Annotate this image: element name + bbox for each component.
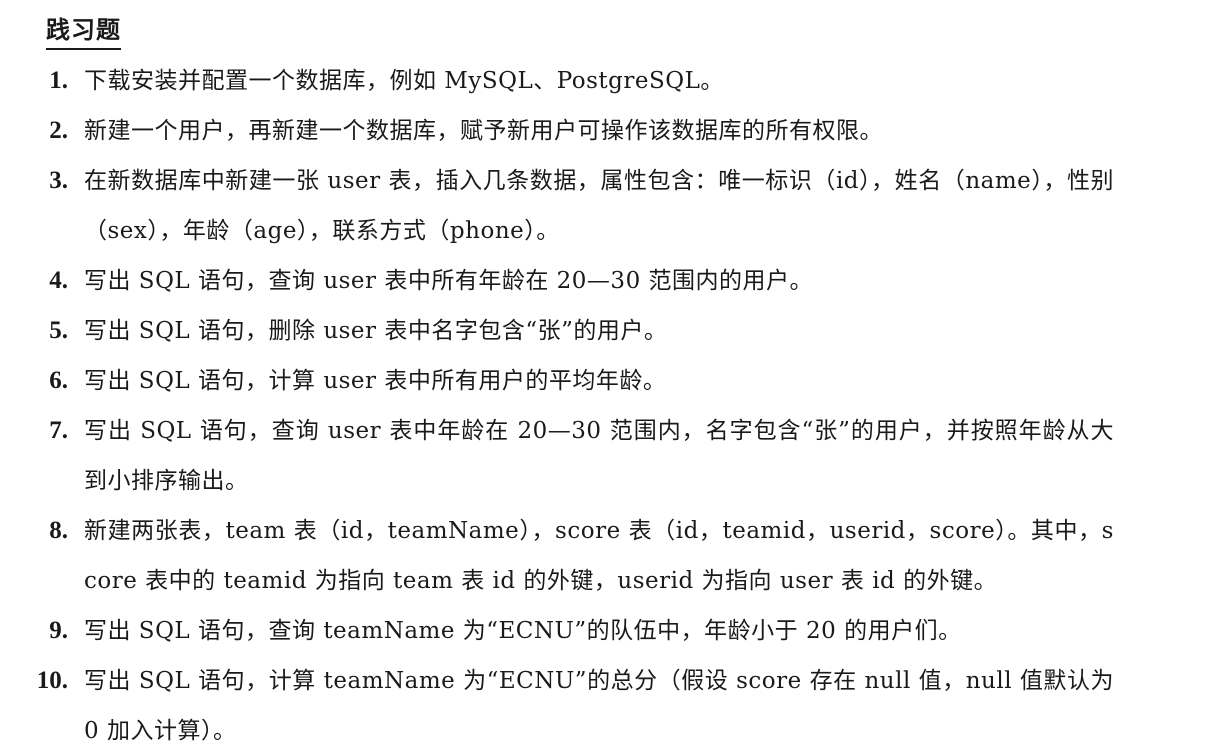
exercise-number: 1. <box>49 67 68 94</box>
exercise-text: 写出 SQL 语句，计算 teamName 为“ECNU”的总分（假设 scor… <box>84 668 1114 744</box>
exercise-number: 8. <box>49 517 68 544</box>
exercise-item: 9. 写出 SQL 语句，查询 teamName 为“ECNU”的队伍中，年龄小… <box>0 606 1217 656</box>
exercise-item: 10. 写出 SQL 语句，计算 teamName 为“ECNU”的总分（假设 … <box>0 656 1217 756</box>
exercise-item: 4. 写出 SQL 语句，查询 user 表中所有年龄在 20—30 范围内的用… <box>0 256 1217 306</box>
exercise-number: 7. <box>49 417 68 444</box>
exercise-item: 6. 写出 SQL 语句，计算 user 表中所有用户的平均年龄。 <box>0 356 1217 406</box>
exercise-item: 8. 新建两张表，team 表（id，teamName），score 表（id，… <box>0 506 1217 606</box>
exercise-text: 在新数据库中新建一张 user 表，插入几条数据，属性包含：唯一标识（id），姓… <box>84 168 1114 244</box>
exercise-text: 写出 SQL 语句，查询 teamName 为“ECNU”的队伍中，年龄小于 2… <box>84 618 962 644</box>
exercise-item: 1. 下载安装并配置一个数据库，例如 MySQL、PostgreSQL。 <box>0 56 1217 106</box>
document-page: 践习题 1. 下载安装并配置一个数据库，例如 MySQL、PostgreSQL。… <box>0 0 1217 752</box>
exercise-number: 4. <box>49 267 68 294</box>
exercise-text: 新建两张表，team 表（id，teamName），score 表（id，tea… <box>84 518 1114 594</box>
exercise-text: 写出 SQL 语句，删除 user 表中名字包含“张”的用户。 <box>84 318 668 344</box>
exercise-number: 6. <box>49 367 68 394</box>
exercise-number: 5. <box>49 317 68 344</box>
exercise-text: 下载安装并配置一个数据库，例如 MySQL、PostgreSQL。 <box>84 68 724 94</box>
exercise-item: 5. 写出 SQL 语句，删除 user 表中名字包含“张”的用户。 <box>0 306 1217 356</box>
exercise-number: 10. <box>36 667 68 694</box>
exercise-list: 1. 下载安装并配置一个数据库，例如 MySQL、PostgreSQL。 2. … <box>0 56 1217 756</box>
exercise-number: 3. <box>49 167 68 194</box>
exercise-text: 写出 SQL 语句，查询 user 表中所有年龄在 20—30 范围内的用户。 <box>84 268 814 294</box>
exercise-text: 新建一个用户，再新建一个数据库，赋予新用户可操作该数据库的所有权限。 <box>84 118 883 144</box>
exercise-item: 3. 在新数据库中新建一张 user 表，插入几条数据，属性包含：唯一标识（id… <box>0 156 1217 256</box>
section-heading: 践习题 <box>46 12 121 50</box>
exercise-number: 2. <box>49 117 68 144</box>
exercise-item: 2. 新建一个用户，再新建一个数据库，赋予新用户可操作该数据库的所有权限。 <box>0 106 1217 156</box>
exercise-number: 9. <box>49 617 68 644</box>
exercise-item: 7. 写出 SQL 语句，查询 user 表中年龄在 20—30 范围内，名字包… <box>0 406 1217 506</box>
exercise-text: 写出 SQL 语句，计算 user 表中所有用户的平均年龄。 <box>84 368 667 394</box>
exercise-text: 写出 SQL 语句，查询 user 表中年龄在 20—30 范围内，名字包含“张… <box>84 418 1114 494</box>
